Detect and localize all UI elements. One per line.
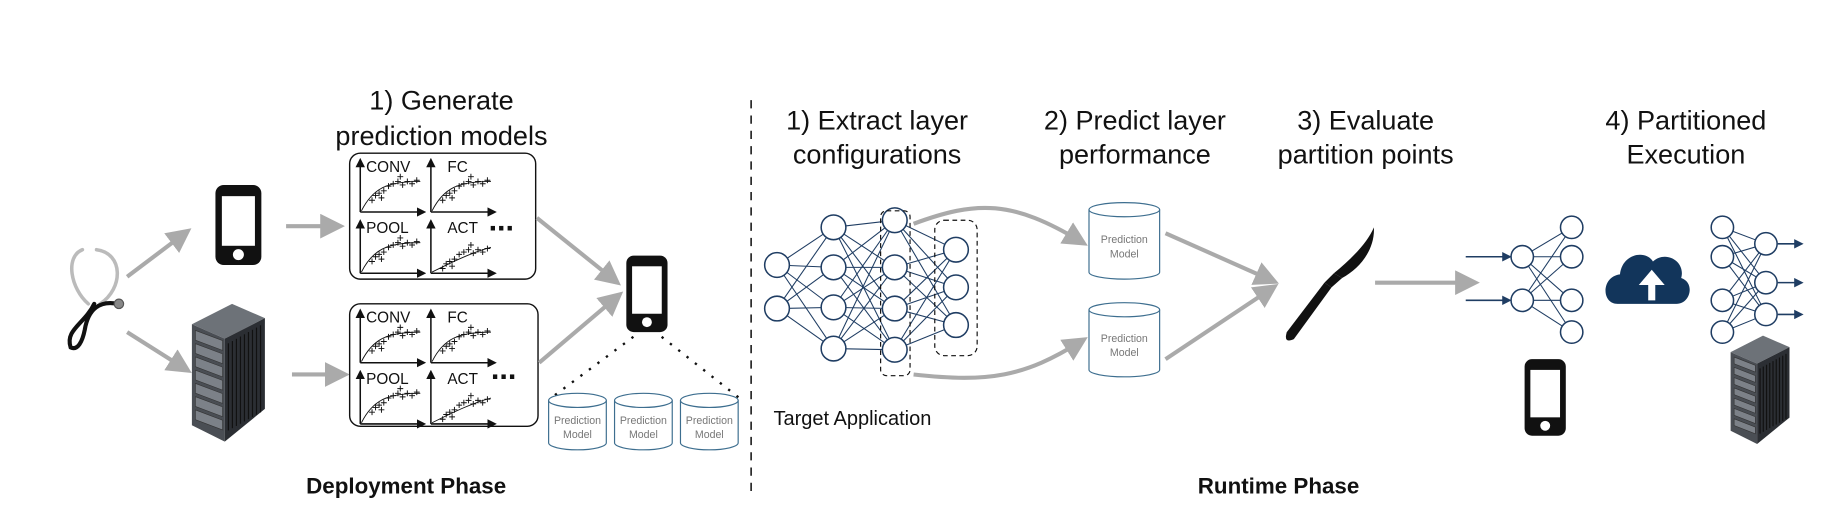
network-node [820,214,847,241]
neural-network-icon [1465,215,1584,345]
database-icon: Prediction Model [1088,202,1161,280]
network-node [881,336,908,363]
network-node [1753,231,1778,256]
arrow-to-server [126,330,192,374]
scalpel-icon [1285,227,1374,341]
network-node [1710,215,1735,240]
phone-button [1540,420,1551,431]
deployment-phase-label: Deployment Phase [306,473,506,498]
cylinder-label-line2: Model [695,429,724,441]
phone-button [232,249,244,261]
database-icon: Prediction Model [613,392,673,451]
cylinder-label-line1: Prediction [554,415,601,427]
stored-prediction-models: PredictionModelPredictionModelPrediction… [548,392,739,451]
network-node [820,294,847,321]
arrow-to-prediction [912,205,1088,246]
network-node [763,295,791,322]
network-node [763,251,791,279]
smartphone-icon [626,255,668,333]
database-icon: Prediction Model [679,392,739,451]
network-node [942,236,970,263]
plot-label: POOL [366,220,409,237]
plot-label: ACT [447,220,478,237]
plot-label: FC [447,310,467,327]
server-rack-icon [191,303,265,442]
cylinder-label-line1: Prediction [1101,333,1148,345]
cylinder-label-line2: Model [629,429,658,441]
runtime-step-2-title-line2: performance [1059,139,1211,170]
network-node [1510,288,1535,313]
plot-label: ACT [447,371,478,388]
cylinder-label-line1: Prediction [620,415,667,427]
target-application-label: Target Application [773,408,931,430]
network-node [820,254,847,281]
runtime-prediction-models: Prediction Model Prediction Model [1088,202,1161,378]
stethoscope-icon [67,247,125,351]
cylinder-label-line2: Model [1110,248,1139,260]
runtime-step-4-title-line2: Execution [1626,139,1745,170]
runtime-step-3-title-line1: 3) Evaluate [1297,105,1434,136]
runtime-step-1-title-line2: configurations [793,139,961,170]
arrow-to-evaluate [1164,283,1279,361]
dotted-connector [550,335,635,399]
arrow-models-to-device [535,216,621,286]
phone-button [641,317,652,328]
arrow-models-to-device [537,291,624,365]
step-generate-title-line1: 1) Generate [369,85,513,116]
network-node [1559,244,1584,269]
phone-screen [1530,369,1561,418]
phone-screen [632,266,662,314]
server-rack-icon [1730,335,1790,444]
cylinder-label-line1: Prediction [686,415,733,427]
network-node [1510,244,1535,269]
arrow-to-phone [125,228,192,279]
plot-label: CONV [366,159,411,176]
network-node [1559,215,1584,240]
plot-label: FC [447,159,467,176]
network-node [1559,320,1584,345]
runtime-step-3-title-line2: partition points [1278,139,1454,170]
runtime-phase-label: Runtime Phase [1198,473,1360,498]
plot-label: POOL [366,371,409,388]
neural-network-icon [1710,215,1804,345]
ellipsis: ... [491,352,516,386]
smartphone-icon [1524,359,1566,436]
network-node [820,335,847,362]
network-node [1710,288,1735,313]
cylinder-label-line2: Model [563,429,592,441]
step-generate-title-line2: prediction models [335,120,547,151]
cloud-upload-icon [1605,254,1690,304]
smartphone-icon [215,184,262,265]
cylinder-label-line2: Model [1110,347,1139,359]
dotted-connector [660,335,741,399]
network-node [1753,302,1778,327]
runtime-step-2-title-line1: 2) Predict layer [1044,105,1226,136]
network-node [1753,270,1778,295]
network-node [1559,288,1584,313]
cylinder-label-line1: Prediction [1101,234,1148,246]
plot-label: CONV [366,310,411,327]
network-node [1710,320,1735,345]
runtime-step-4-title-line1: 4) Partitioned [1605,105,1766,136]
network-node [942,311,970,339]
ellipsis: ... [489,203,514,237]
server-prediction-model-plots: CONV FC POOL ACT... [348,303,539,429]
network-node [881,207,908,234]
runtime-step-1-title-line1: 1) Extract layer [786,105,968,136]
neural-network-icon [763,207,970,363]
arrow-to-prediction [913,337,1088,380]
arrow-to-evaluate [1164,231,1280,285]
network-node [881,254,908,281]
network-node [1710,244,1735,269]
database-icon: Prediction Model [1088,302,1161,378]
phone-screen [221,196,255,246]
phone-prediction-model-plots: CONV FC POOL ACT... [348,152,537,280]
database-icon: Prediction Model [548,392,607,451]
system-overview-diagram: 1) Generate prediction models CONV FC POOL… [67,85,1804,498]
network-node [942,274,970,301]
network-node [881,295,908,322]
